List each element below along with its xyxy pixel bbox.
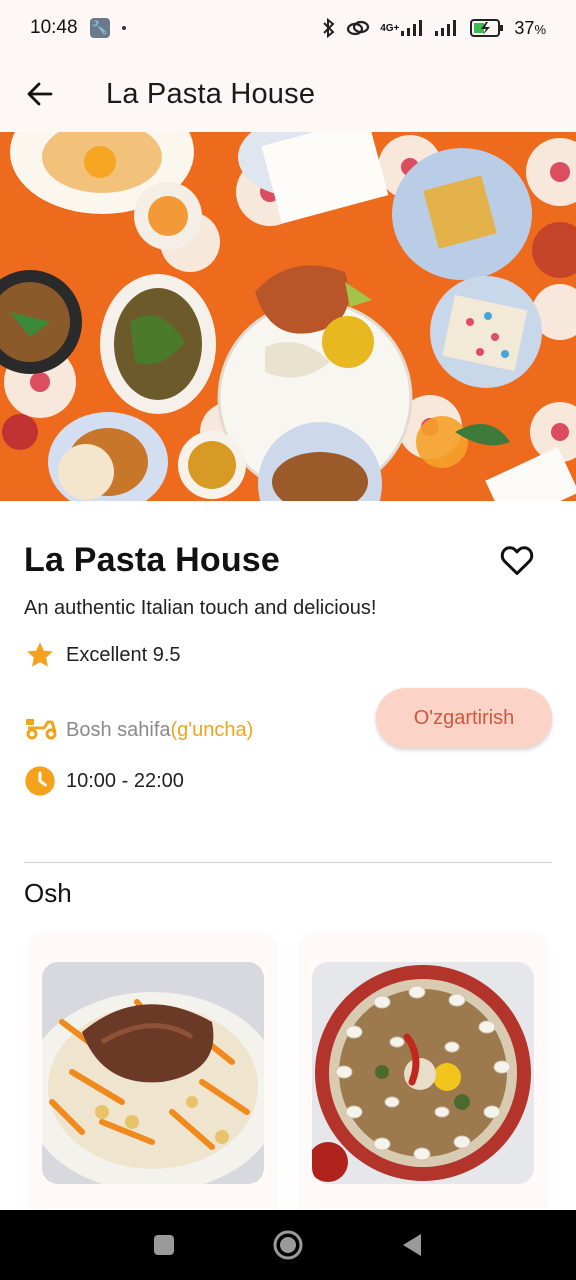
menu-section-title: Osh — [24, 878, 72, 908]
status-bar: 10:48 🔧 4G+ 37% — [0, 0, 576, 56]
section-divider — [24, 862, 552, 863]
battery-level: 37% — [514, 17, 546, 38]
change-address-button[interactable]: O'zgartirish — [376, 688, 552, 748]
signal-4g-icon: 4G+ — [380, 19, 424, 37]
opening-hours: 10:00 - 22:00 — [66, 769, 184, 792]
star-icon — [27, 642, 53, 667]
heart-icon — [500, 546, 534, 575]
restaurant-hero-image — [0, 132, 576, 501]
square-icon — [154, 1235, 174, 1255]
battery-charging-icon — [470, 18, 504, 38]
delivery-address: Bosh sahifa(g'uncha) — [66, 719, 254, 741]
opening-hours-row: 10:00 - 22:00 — [24, 765, 184, 797]
wrench-icon: 🔧 — [89, 18, 110, 38]
osh-plov-with-quail-eggs-photo — [312, 962, 534, 1184]
home-button[interactable] — [226, 1210, 350, 1280]
rating-row: Excellent 9.5 — [24, 639, 181, 671]
restaurant-name: La Pasta House — [24, 541, 281, 579]
app-bar: La Pasta House — [0, 56, 576, 132]
delivery-scooter-icon — [26, 719, 57, 740]
menu-item-card[interactable] — [30, 932, 276, 1222]
triangle-back-icon — [403, 1234, 421, 1256]
app-bar-title: La Pasta House — [106, 77, 316, 110]
system-navigation-bar — [0, 1210, 576, 1280]
status-time: 10:48 — [30, 17, 78, 38]
signal-icon — [434, 19, 460, 37]
clock-icon — [25, 766, 55, 796]
osh-plov-with-carrots-photo — [42, 962, 264, 1184]
restaurant-tagline: An authentic Italian touch and delicious… — [24, 597, 377, 619]
home-circle-icon — [273, 1230, 303, 1260]
menu-item-card[interactable] — [300, 932, 546, 1222]
link-icon — [346, 18, 370, 38]
arrow-left-icon — [27, 82, 53, 106]
bluetooth-icon — [322, 17, 336, 39]
favorite-button[interactable] — [498, 541, 536, 579]
network-type: 4G+ — [380, 22, 400, 34]
notification-dot-icon — [121, 26, 126, 30]
rating-text: Excellent 9.5 — [66, 643, 181, 666]
back-nav-button[interactable] — [350, 1210, 474, 1280]
back-button[interactable] — [0, 56, 80, 132]
recents-button[interactable] — [102, 1210, 226, 1280]
delivery-address-row: Bosh sahifa(g'uncha) — [24, 703, 253, 742]
